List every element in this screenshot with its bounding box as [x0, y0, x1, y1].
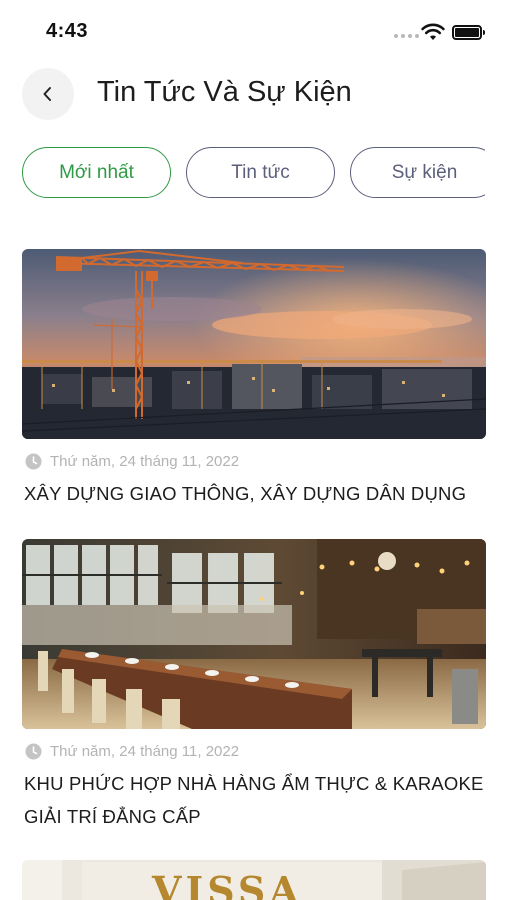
chevron-left-icon [43, 87, 51, 101]
article-title[interactable]: KHU PHỨC HỢP NHÀ HÀNG ẨM THỰC & KARAOKE … [24, 767, 484, 833]
construction-crane-image [22, 249, 486, 439]
article-date: Thứ năm, 24 tháng 11, 2022 [25, 453, 239, 470]
article-date-text: Thứ năm, 24 tháng 11, 2022 [50, 453, 240, 470]
tab-news[interactable]: Tin tức [186, 147, 335, 198]
clock-icon [25, 743, 42, 760]
status-time: 4:43 [46, 20, 89, 42]
hotel-signage-image: VISSA [22, 860, 486, 900]
cellular-signal-icon [394, 34, 419, 38]
tab-events[interactable]: Sự kiện [350, 147, 485, 198]
article-image-construction[interactable] [22, 249, 486, 439]
wifi-icon [421, 23, 445, 40]
article-date: Thứ năm, 24 tháng 11, 2022 [25, 743, 239, 760]
article-title[interactable]: XÂY DỰNG GIAO THÔNG, XÂY DỰNG DÂN DỤNG [24, 477, 484, 510]
back-button[interactable] [22, 68, 74, 120]
article-image-restaurant[interactable] [22, 539, 486, 729]
status-bar: 4:43 [0, 0, 507, 56]
clock-icon [25, 453, 42, 470]
restaurant-interior-image [22, 539, 486, 729]
hotel-sign-text: VISSA [151, 868, 303, 900]
page-title: Tin Tức Và Sự Kiện [97, 76, 352, 108]
article-image-hotel[interactable]: VISSA [22, 860, 486, 900]
article-date-text: Thứ năm, 24 tháng 11, 2022 [50, 743, 240, 760]
filter-tabs: Mới nhất Tin tức Sự kiện [22, 147, 485, 199]
battery-icon [452, 25, 485, 40]
tab-latest[interactable]: Mới nhất [22, 147, 171, 198]
